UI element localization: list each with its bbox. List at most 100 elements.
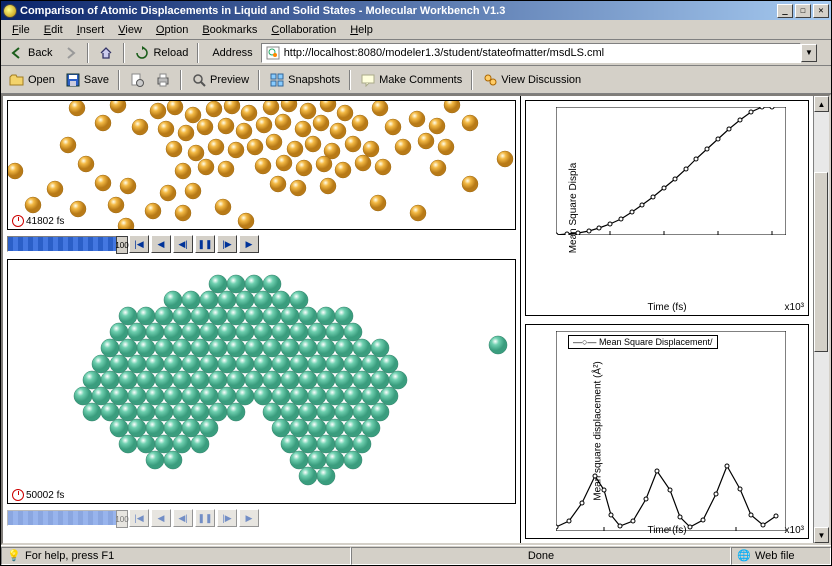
open-button[interactable]: Open (5, 69, 59, 91)
menu-bookmarks[interactable]: Bookmarks (195, 22, 264, 38)
separator (118, 70, 120, 90)
page-setup-icon (129, 72, 145, 88)
rewind-to-start-button[interactable]: |◀ (129, 509, 149, 527)
separator (471, 70, 473, 90)
maximize-button[interactable]: ☐ (795, 4, 811, 18)
address-input[interactable] (284, 47, 797, 59)
play-back-button[interactable]: ◀| (173, 235, 193, 253)
right-column: Mean Square Displa 0 50 010203040 Time (… (521, 96, 813, 543)
titlebar: Comparison of Atomic Displacements in Li… (1, 1, 831, 20)
clock-icon (12, 489, 24, 501)
axis-multiplier: x10³ (785, 525, 804, 536)
minimize-button[interactable]: _ (777, 4, 793, 18)
back-button[interactable]: Back (5, 42, 56, 64)
separator (349, 70, 351, 90)
page-setup-button[interactable] (125, 69, 149, 91)
axis-multiplier: x10³ (785, 302, 804, 313)
simulation-panel-solid[interactable]: 50002 fs (7, 259, 516, 504)
clock-icon (12, 215, 24, 227)
globe-icon: 🌐 (736, 548, 752, 564)
vertical-scrollbar[interactable]: ▲ ▼ (813, 96, 829, 543)
rewind-to-start-button[interactable]: |◀ (129, 235, 149, 253)
forward-button[interactable] (58, 42, 82, 64)
menu-collaboration[interactable]: Collaboration (264, 22, 343, 38)
liquid-atoms-canvas (8, 101, 514, 229)
separator (258, 70, 260, 90)
step-back-button[interactable]: ◀ (151, 509, 171, 527)
scroll-thumb[interactable] (814, 172, 828, 352)
play-back-button[interactable]: ◀| (173, 509, 193, 527)
app-window: Comparison of Atomic Displacements in Li… (0, 0, 832, 566)
plot-liquid-msd[interactable]: Mean Square Displa 0 50 010203040 Time (… (525, 100, 809, 316)
open-folder-icon (9, 72, 25, 88)
separator (180, 70, 182, 90)
menu-edit[interactable]: Edit (37, 22, 70, 38)
close-button[interactable]: ✕ (813, 4, 829, 18)
time-display-2: 50002 fs (12, 489, 64, 501)
arrow-right-icon (62, 45, 78, 61)
play-button[interactable]: |▶ (217, 509, 237, 527)
menubar: File Edit Insert View Option Bookmarks C… (1, 20, 831, 40)
save-disk-icon (65, 72, 81, 88)
playback-controls-2: 100 |◀ ◀ ◀| ❚❚ |▶ ▶ (7, 507, 516, 529)
play-button[interactable]: |▶ (217, 235, 237, 253)
playback-controls-1: 100 |◀ ◀ ◀| ❚❚ |▶ ▶ (7, 233, 516, 255)
address-dropdown[interactable]: ▼ (801, 44, 817, 62)
progress-slider[interactable]: 100 (7, 236, 127, 252)
status-help: 💡 For help, press F1 (1, 547, 351, 565)
save-button[interactable]: Save (61, 69, 113, 91)
comment-icon (360, 72, 376, 88)
x-axis-label: Time (fs) (647, 302, 686, 313)
step-forward-button[interactable]: ▶ (239, 509, 259, 527)
preview-button[interactable]: Preview (187, 69, 253, 91)
status-right: 🌐 Web file (731, 547, 831, 565)
statusbar: 💡 For help, press F1 Done 🌐 Web file (1, 545, 831, 565)
x-axis-label: Time (fs) (647, 525, 686, 536)
home-icon (98, 45, 114, 61)
scroll-up-button[interactable]: ▲ (814, 96, 829, 112)
menu-view[interactable]: View (111, 22, 149, 38)
address-input-wrapper (261, 43, 801, 63)
bulb-icon: 💡 (6, 548, 22, 564)
html-file-icon (265, 45, 281, 61)
print-button[interactable] (151, 69, 175, 91)
separator (123, 43, 125, 63)
plot1-svg: 0 50 010203040 (556, 107, 786, 235)
address-label: Address (212, 47, 252, 59)
snapshots-button[interactable]: Snapshots (265, 69, 344, 91)
app-icon (3, 4, 17, 18)
menu-help[interactable]: Help (343, 22, 380, 38)
home-button[interactable] (94, 42, 118, 64)
simulation-panel-liquid[interactable]: 41802 fs (7, 100, 516, 230)
scroll-track[interactable] (814, 112, 829, 527)
plot2-svg: 0 1 203040 (556, 331, 786, 531)
reload-button[interactable]: Reload (130, 42, 192, 64)
step-back-button[interactable]: ◀ (151, 235, 171, 253)
printer-icon (155, 72, 171, 88)
magnifier-icon (191, 72, 207, 88)
content-pane: 41802 fs 100 |◀ ◀ ◀| ❚❚ |▶ ▶ (1, 94, 831, 545)
separator (197, 43, 199, 63)
arrow-left-icon (9, 45, 25, 61)
status-center: Done (351, 547, 731, 565)
step-forward-button[interactable]: ▶ (239, 235, 259, 253)
menu-file[interactable]: File (5, 22, 37, 38)
plot-solid-msd[interactable]: Mean square displacement (Å²) —○— Mean S… (525, 324, 809, 540)
pause-button[interactable]: ❚❚ (195, 235, 215, 253)
address-combo: ▼ (261, 43, 817, 63)
grid-icon (269, 72, 285, 88)
separator (87, 43, 89, 63)
make-comments-button[interactable]: Make Comments (356, 69, 466, 91)
view-discussion-button[interactable]: View Discussion (478, 69, 585, 91)
progress-slider[interactable]: 100 (7, 510, 127, 526)
menu-insert[interactable]: Insert (70, 22, 112, 38)
discussion-icon (482, 72, 498, 88)
time-display-1: 41802 fs (12, 215, 64, 227)
solid-atoms-canvas (8, 260, 514, 503)
left-column: 41802 fs 100 |◀ ◀ ◀| ❚❚ |▶ ▶ (3, 96, 521, 543)
reload-icon (134, 45, 150, 61)
scroll-down-button[interactable]: ▼ (814, 527, 829, 543)
pause-button[interactable]: ❚❚ (195, 509, 215, 527)
menu-option[interactable]: Option (149, 22, 195, 38)
window-title: Comparison of Atomic Displacements in Li… (20, 5, 777, 17)
